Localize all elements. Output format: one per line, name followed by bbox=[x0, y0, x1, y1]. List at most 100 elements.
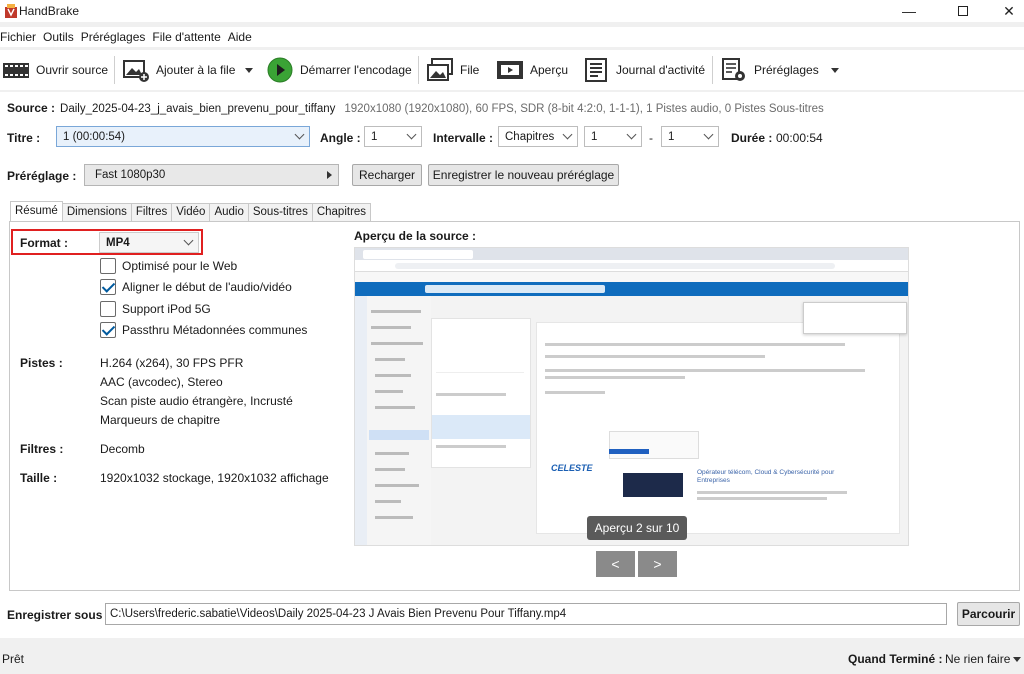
preview-heading: Aperçu de la source : bbox=[354, 229, 477, 243]
filters-value: Decomb bbox=[100, 442, 145, 456]
track-item: AAC (avcodec), Stereo bbox=[100, 375, 223, 389]
menu-presets[interactable]: Préréglages bbox=[81, 27, 153, 47]
film-open-icon bbox=[3, 63, 29, 78]
format-label: Format : bbox=[20, 236, 68, 250]
save-path-input[interactable]: C:\Users\frederic.sabatie\Videos\Daily 2… bbox=[105, 603, 947, 625]
close-button[interactable]: ✕ bbox=[986, 0, 1024, 22]
range-type-select[interactable]: Chapitres bbox=[498, 126, 578, 147]
source-info: 1920x1080 (1920x1080), 60 FPS, SDR (8-bi… bbox=[344, 103, 824, 115]
chevron-down-icon bbox=[183, 235, 194, 246]
mail-popup bbox=[803, 302, 907, 334]
thumb-image bbox=[623, 473, 683, 497]
browse-button[interactable]: Parcourir bbox=[957, 602, 1020, 626]
start-encode-button[interactable]: Démarrer l'encodage bbox=[266, 50, 412, 90]
preview-prev-button[interactable]: < bbox=[596, 551, 635, 577]
title-value: 1 (00:00:54) bbox=[63, 130, 126, 143]
tab-video[interactable]: Vidéo bbox=[171, 203, 211, 221]
angle-label: Angle : bbox=[320, 131, 361, 145]
save-new-preset-button[interactable]: Enregistrer le nouveau préréglage bbox=[428, 164, 619, 186]
chevron-down-icon[interactable] bbox=[245, 67, 254, 73]
duration-label: Durée : bbox=[731, 131, 773, 145]
queue-images-icon bbox=[427, 58, 453, 81]
activity-log-icon bbox=[585, 58, 607, 82]
preview-image: CELESTE Opérateur télécom, Cloud & Cyber… bbox=[354, 247, 909, 546]
queue-button[interactable]: File bbox=[426, 50, 479, 90]
maximize-button[interactable] bbox=[940, 0, 986, 22]
mail-message-list bbox=[431, 318, 531, 468]
track-item: H.264 (x264), 30 FPS PFR bbox=[100, 356, 244, 370]
option-metadata[interactable]: Passthru Métadonnées communes bbox=[100, 322, 307, 338]
preview-badge: Aperçu 2 sur 10 bbox=[587, 516, 687, 540]
align-av-checkbox[interactable] bbox=[100, 279, 116, 295]
size-value: 1920x1032 stockage, 1920x1032 affichage bbox=[100, 471, 329, 485]
title-bar: HandBrake — ✕ bbox=[0, 0, 1024, 22]
chevron-down-icon bbox=[1013, 656, 1022, 662]
range-dash: - bbox=[649, 131, 653, 145]
tab-filters[interactable]: Filtres bbox=[130, 203, 173, 221]
tab-audio[interactable]: Audio bbox=[209, 203, 249, 221]
range-start-select[interactable]: 1 bbox=[584, 126, 642, 147]
chevron-right-icon bbox=[327, 171, 332, 179]
activity-log-button[interactable]: Journal d'activité bbox=[582, 50, 705, 90]
filters-label: Filtres : bbox=[20, 442, 64, 456]
format-select[interactable]: MP4 bbox=[99, 232, 199, 253]
tab-subtitles[interactable]: Sous-titres bbox=[247, 203, 313, 221]
title-select[interactable]: 1 (00:00:54) bbox=[56, 126, 310, 147]
tab-chapters[interactable]: Chapitres bbox=[311, 203, 372, 221]
start-encode-label: Démarrer l'encodage bbox=[300, 63, 412, 77]
chevron-down-icon bbox=[294, 129, 305, 140]
presets-label: Préréglages bbox=[754, 63, 819, 77]
title-label: Titre : bbox=[7, 131, 41, 145]
presets-button[interactable]: Préréglages bbox=[720, 50, 839, 90]
browser-tab bbox=[363, 250, 473, 259]
duration-value: 00:00:54 bbox=[776, 131, 823, 145]
size-label: Taille : bbox=[20, 471, 58, 485]
track-item: Marqueurs de chapitre bbox=[100, 413, 221, 427]
tab-bar: Résumé Dimensions Filtres Vidéo Audio So… bbox=[10, 201, 372, 221]
ipod-checkbox[interactable] bbox=[100, 301, 116, 317]
tab-dimensions[interactable]: Dimensions bbox=[61, 203, 132, 221]
source-label: Source : bbox=[7, 101, 56, 115]
when-done-label: Quand Terminé : bbox=[848, 652, 943, 666]
thumb-heading: Opérateur télécom, Cloud & Cybersécurité… bbox=[697, 469, 835, 484]
range-type-value: Chapitres bbox=[505, 130, 555, 143]
angle-select[interactable]: 1 bbox=[364, 126, 422, 147]
browser-bookmarks bbox=[355, 272, 908, 282]
mail-search-box bbox=[425, 285, 605, 293]
window-title: HandBrake bbox=[19, 4, 80, 18]
reload-button[interactable]: Recharger bbox=[352, 164, 422, 186]
when-done-select[interactable]: Ne rien faire bbox=[945, 652, 1022, 666]
add-to-queue-label: Ajouter à la file bbox=[156, 63, 236, 77]
chevron-down-icon bbox=[626, 129, 637, 140]
open-source-label: Ouvrir source bbox=[36, 63, 109, 77]
chevron-down-icon[interactable] bbox=[830, 67, 839, 73]
option-web-optimized[interactable]: Optimisé pour le Web bbox=[100, 258, 237, 274]
browser-url-field bbox=[395, 263, 835, 269]
option-ipod[interactable]: Support iPod 5G bbox=[100, 301, 211, 317]
source-name: Daily_2025-04-23_j_avais_bien_prevenu_po… bbox=[60, 103, 336, 115]
menu-file[interactable]: Fichier bbox=[0, 27, 43, 47]
range-end-value: 1 bbox=[668, 130, 675, 143]
preset-label: Préréglage : bbox=[7, 169, 77, 183]
preset-select[interactable]: Fast 1080p30 bbox=[84, 164, 339, 186]
tab-summary[interactable]: Résumé bbox=[10, 201, 63, 221]
minimize-button[interactable]: — bbox=[886, 0, 932, 22]
source-row: Source : Daily_2025-04-23_j_avais_bien_p… bbox=[7, 101, 824, 115]
thumb-brand: CELESTE bbox=[551, 463, 593, 473]
option-align-av[interactable]: Aligner le début de l'audio/vidéo bbox=[100, 279, 292, 295]
menu-queue[interactable]: File d'attente bbox=[152, 27, 227, 47]
menu-help[interactable]: Aide bbox=[228, 27, 259, 47]
preview-button[interactable]: Aperçu bbox=[496, 50, 568, 90]
tracks-label: Pistes : bbox=[20, 356, 63, 370]
toolbar-divider bbox=[114, 56, 115, 84]
option-label: Passthru Métadonnées communes bbox=[122, 323, 308, 337]
open-source-button[interactable]: Ouvrir source bbox=[2, 50, 108, 90]
maximize-icon bbox=[958, 6, 968, 16]
range-end-select[interactable]: 1 bbox=[661, 126, 719, 147]
menu-tools[interactable]: Outils bbox=[43, 27, 81, 47]
web-optimized-checkbox[interactable] bbox=[100, 258, 116, 274]
preview-next-button[interactable]: > bbox=[638, 551, 677, 577]
metadata-checkbox[interactable] bbox=[100, 322, 116, 338]
add-to-queue-button[interactable]: Ajouter à la file bbox=[122, 50, 254, 90]
toolbar-divider bbox=[712, 56, 713, 84]
